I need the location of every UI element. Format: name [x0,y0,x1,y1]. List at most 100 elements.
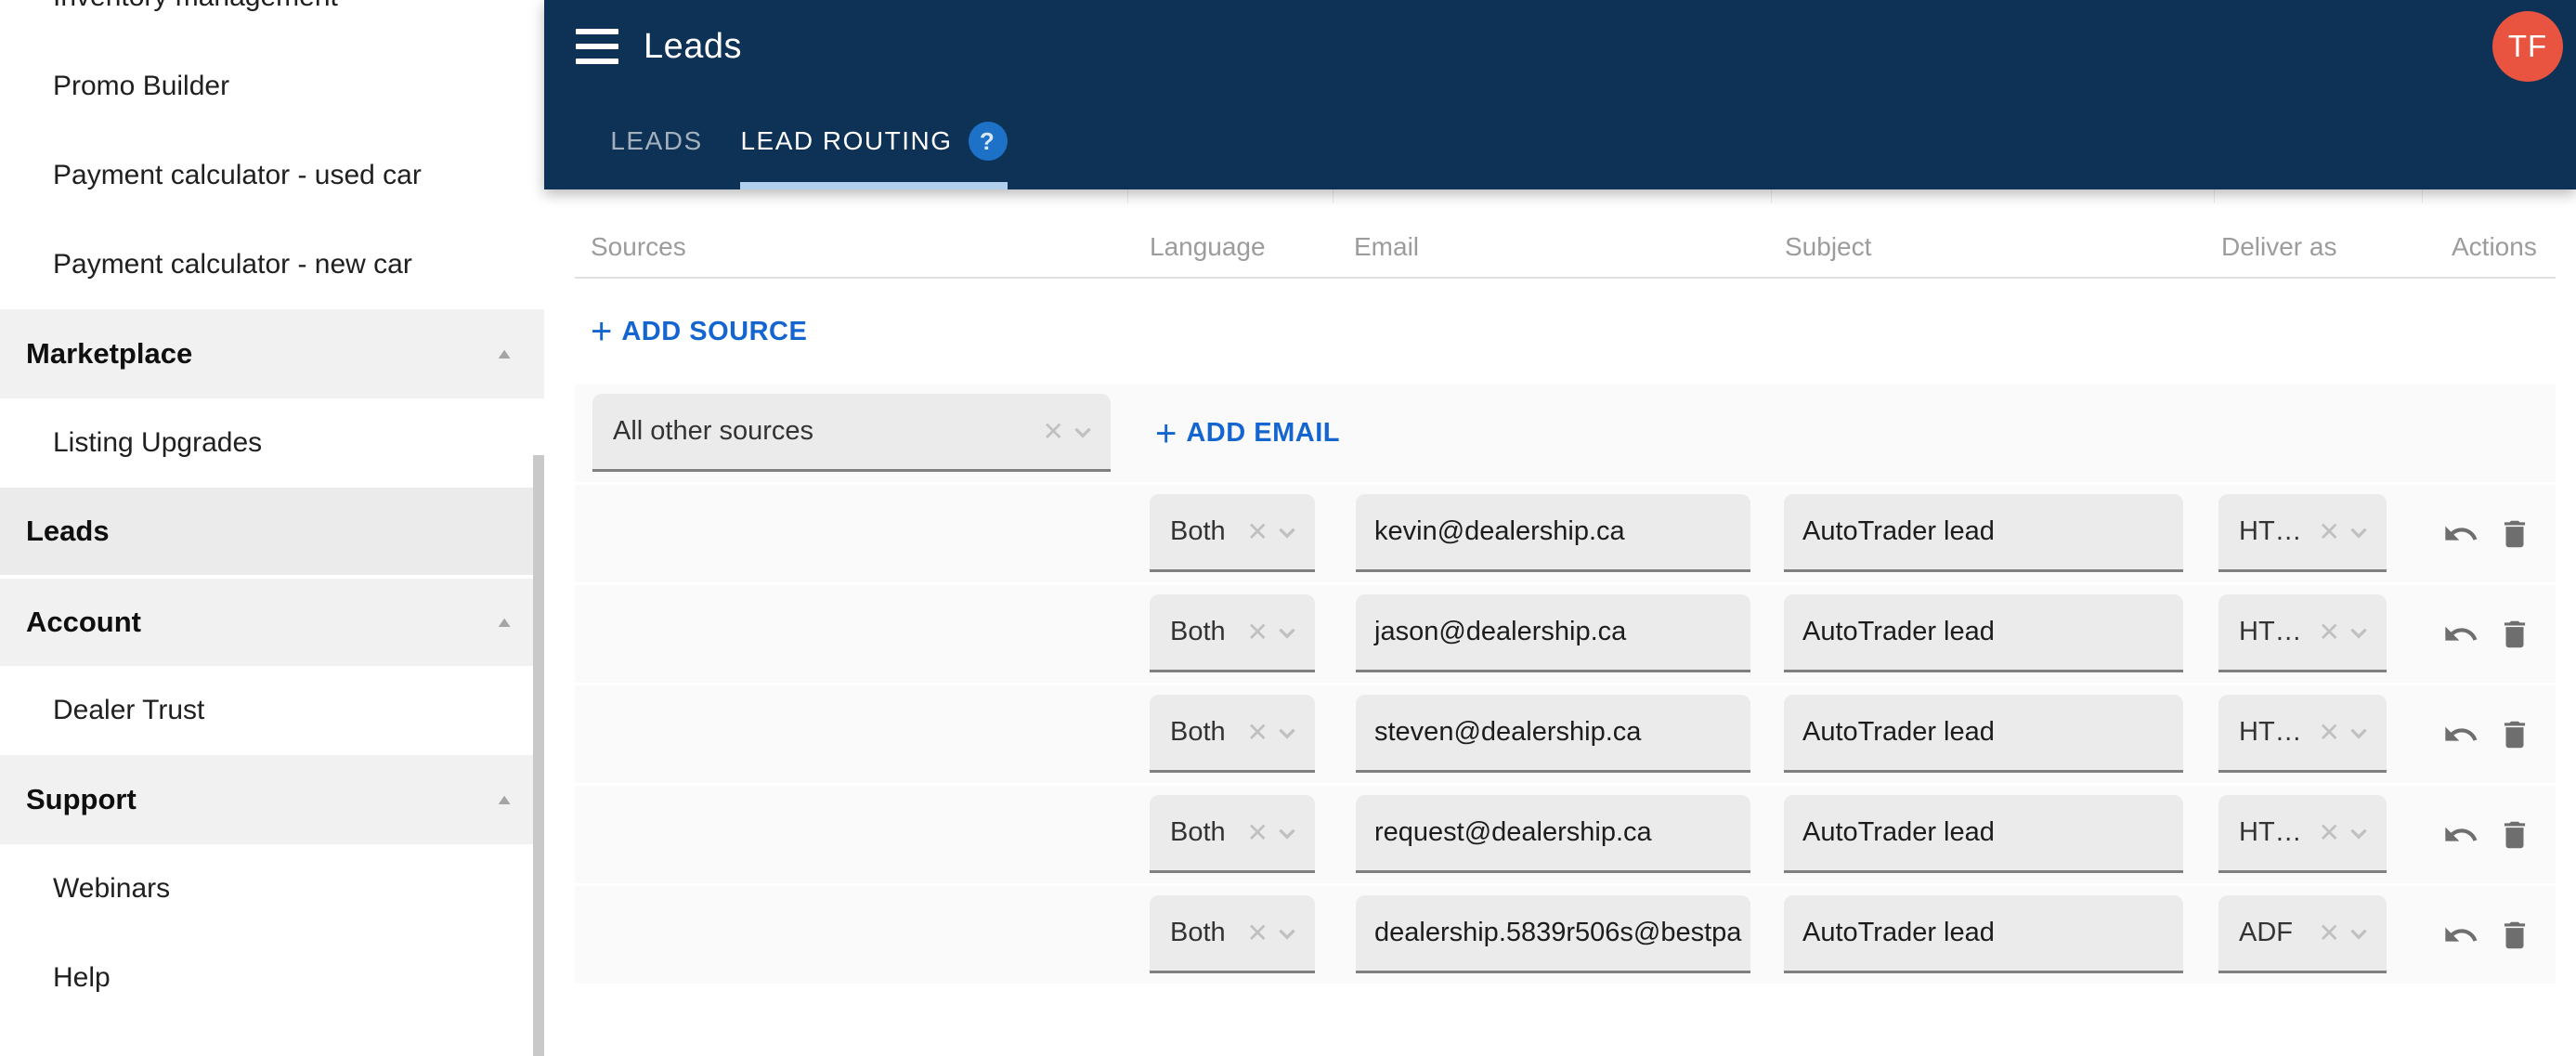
add-email-label: ADD EMAIL [1186,418,1340,448]
clear-icon[interactable]: ✕ [1247,617,1268,647]
sidebar-item-label: Payment calculator - used car [53,160,422,190]
chevron-down-icon [2350,628,2367,639]
tab-leads[interactable]: LEADS [592,93,722,189]
source-select[interactable]: All other sources ✕ [592,394,1111,472]
delete-icon[interactable] [2495,615,2534,654]
subject-field[interactable]: AutoTrader lead [1784,594,2183,672]
subject-field[interactable]: AutoTrader lead [1784,695,2183,773]
column-actions: Actions [2452,232,2537,261]
table-row: Both ✕ request@dealership.ca AutoTrader … [575,786,2556,883]
collapse-up-icon[interactable]: ▲ [494,345,514,363]
avatar[interactable]: TF [2492,11,2563,82]
row-actions [2441,786,2534,883]
subject-field[interactable]: AutoTrader lead [1784,895,2183,973]
deliver-as-value: HT… [2239,617,2302,646]
column-separator [2422,189,2423,203]
table-row: Both ✕ jason@dealership.ca AutoTrader le… [575,585,2556,683]
chevron-down-icon [1279,929,1295,940]
sidebar-item-payment-calculator-used[interactable]: Payment calculator - used car [0,131,544,220]
clear-icon[interactable]: ✕ [2319,817,2340,848]
sidebar-item-dealer-trust[interactable]: Dealer Trust [0,666,544,755]
app-bar: Leads TF LEADS LEAD ROUTING ? [544,0,2576,189]
clear-icon[interactable]: ✕ [1043,416,1064,447]
tab-lead-routing[interactable]: LEAD ROUTING ? [740,93,1008,189]
deliver-as-value: ADF [2239,918,2293,947]
language-select[interactable]: Both ✕ [1150,594,1315,672]
delete-icon[interactable] [2495,515,2534,554]
clear-icon[interactable]: ✕ [1247,717,1268,748]
language-select[interactable]: Both ✕ [1150,795,1315,873]
deliver-as-select[interactable]: HT… ✕ [2218,494,2387,572]
chevron-down-icon [1279,728,1295,739]
deliver-as-select[interactable]: HT… ✕ [2218,594,2387,672]
sidebar-item-leads[interactable]: Leads [0,488,544,577]
sidebar-item-label: Promo Builder [53,71,230,101]
clear-icon[interactable]: ✕ [2319,617,2340,647]
email-field[interactable]: dealership.5839r506s@bestpa [1356,895,1750,973]
undo-icon[interactable] [2441,615,2480,654]
clear-icon[interactable]: ✕ [1247,817,1268,848]
sidebar-section-account[interactable]: Account ▲ [0,577,544,666]
subject-field[interactable]: AutoTrader lead [1784,795,2183,873]
delete-icon[interactable] [2495,815,2534,854]
undo-icon[interactable] [2441,715,2480,754]
column-language: Language [1150,232,1266,261]
column-separator [1333,189,1334,203]
row-actions [2441,485,2534,582]
sidebar-item-label: Help [53,962,111,993]
undo-icon[interactable] [2441,515,2480,554]
chevron-down-icon [1279,528,1295,539]
chevron-down-icon [2350,929,2367,940]
help-icon[interactable]: ? [968,122,1008,161]
column-separator [1771,189,1772,203]
subject-field[interactable]: AutoTrader lead [1784,494,2183,572]
sidebar-item-label: Webinars [53,873,171,904]
sidebar-item-listing-upgrades[interactable]: Listing Upgrades [0,398,544,488]
language-value: Both [1170,817,1226,847]
deliver-as-select[interactable]: ADF ✕ [2218,895,2387,973]
collapse-up-icon[interactable]: ▲ [494,791,514,809]
add-email-button[interactable]: + ADD EMAIL [1155,415,1340,452]
undo-icon[interactable] [2441,815,2480,854]
language-select[interactable]: Both ✕ [1150,895,1315,973]
sidebar: Inventory management Promo Builder Payme… [0,0,544,1056]
add-source-row: + ADD SOURCE [544,279,2576,385]
sidebar-item-webinars[interactable]: Webinars [0,844,544,933]
sidebar-section-support[interactable]: Support ▲ [0,755,544,844]
collapse-up-icon[interactable]: ▲ [494,614,514,632]
language-select[interactable]: Both ✕ [1150,494,1315,572]
sidebar-item-payment-calculator-new[interactable]: Payment calculator - new car [0,220,544,309]
table-row: Both ✕ steven@dealership.ca AutoTrader l… [575,685,2556,783]
undo-icon[interactable] [2441,916,2480,955]
email-field[interactable]: kevin@dealership.ca [1356,494,1750,572]
clear-icon[interactable]: ✕ [1247,516,1268,547]
column-subject: Subject [1785,232,1872,261]
email-field[interactable]: request@dealership.ca [1356,795,1750,873]
column-sources: Sources [591,232,686,261]
menu-icon[interactable] [576,29,618,64]
table-row: Both ✕ kevin@dealership.ca AutoTrader le… [575,485,2556,582]
sidebar-item-inventory-management[interactable]: Inventory management [0,0,544,42]
clear-icon[interactable]: ✕ [2319,918,2340,948]
deliver-as-value: HT… [2239,817,2302,847]
sidebar-item-help[interactable]: Help [0,933,544,1023]
clear-icon[interactable]: ✕ [2319,717,2340,748]
add-source-button[interactable]: + ADD SOURCE [591,313,807,350]
email-field[interactable]: jason@dealership.ca [1356,594,1750,672]
sidebar-item-label: Dealer Trust [53,695,205,725]
sidebar-section-label: Support [26,783,137,815]
language-select[interactable]: Both ✕ [1150,695,1315,773]
deliver-as-select[interactable]: HT… ✕ [2218,795,2387,873]
delete-icon[interactable] [2495,715,2534,754]
chevron-down-icon [1279,828,1295,840]
clear-icon[interactable]: ✕ [1247,918,1268,948]
tab-label: LEAD ROUTING [740,126,953,155]
language-value: Both [1170,918,1226,947]
sidebar-section-marketplace[interactable]: Marketplace ▲ [0,309,544,398]
delete-icon[interactable] [2495,916,2534,955]
email-field[interactable]: steven@dealership.ca [1356,695,1750,773]
deliver-as-select[interactable]: HT… ✕ [2218,695,2387,773]
clear-icon[interactable]: ✕ [2319,516,2340,547]
sidebar-scrollbar[interactable] [533,455,544,1056]
sidebar-item-promo-builder[interactable]: Promo Builder [0,42,544,131]
